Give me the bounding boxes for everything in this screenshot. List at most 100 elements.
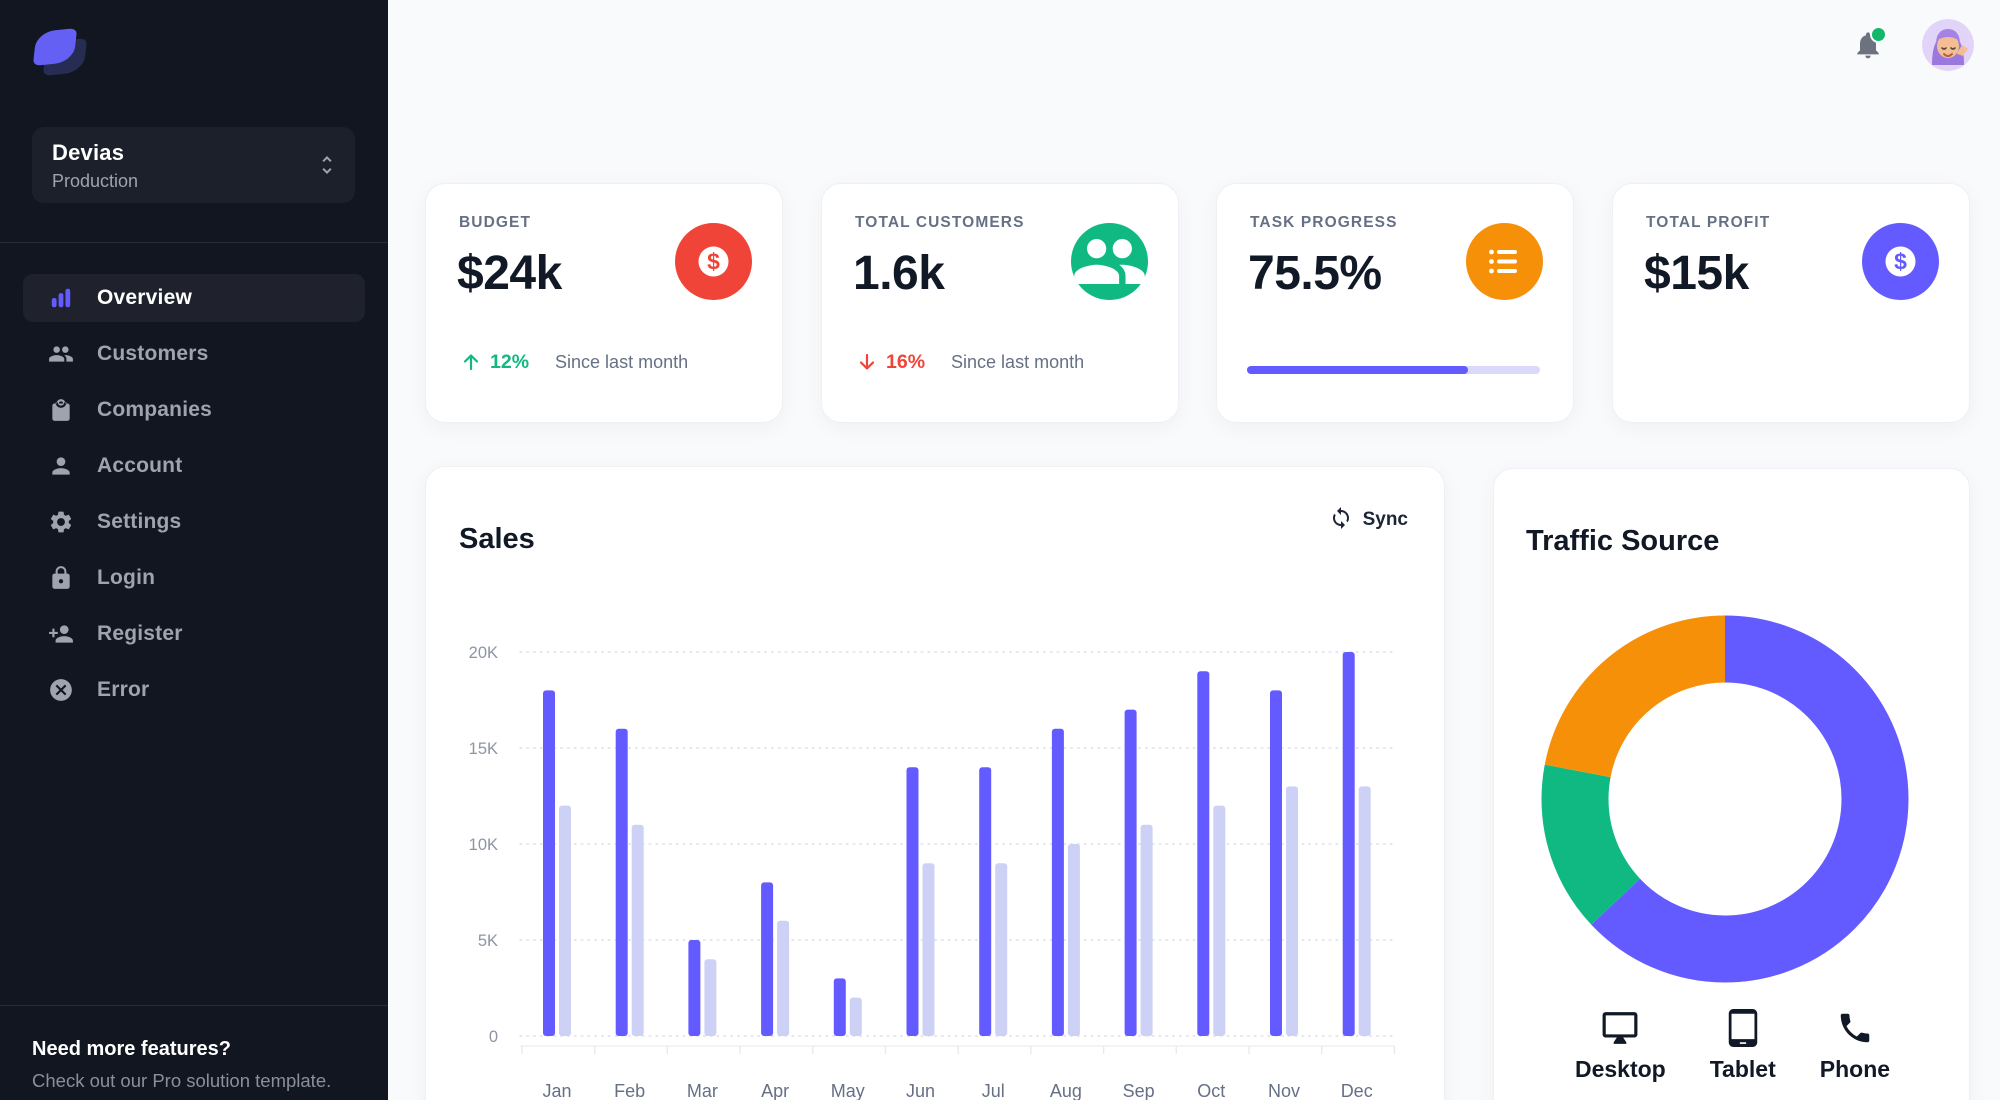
stat-card-total-profit: TOTAL PROFIT $15k $: [1612, 183, 1970, 423]
x-axis-month-label: Jul: [982, 1081, 1005, 1100]
bar-last-year-Feb: [631, 824, 644, 1036]
stat-card-budget: BUDGET $24k $ 12% Since last month: [425, 183, 783, 423]
x-axis-month-label: Aug: [1050, 1081, 1082, 1100]
legend-label: Phone: [1819, 1056, 1891, 1082]
trend-up-arrow-icon: [459, 350, 483, 374]
stat-value: 75.5%: [1248, 247, 1382, 300]
bell-icon: [1852, 26, 1887, 61]
bar-last-year-Jun: [922, 863, 935, 1036]
stat-trend-row: 16% Since last month: [855, 350, 1084, 374]
bar-this-year-May: [833, 978, 846, 1036]
desktop-icon: [1601, 1009, 1639, 1047]
y-axis-tick: 5K: [478, 932, 498, 950]
y-axis-tick: 0: [489, 1028, 498, 1046]
y-axis-tick: 15K: [469, 740, 498, 758]
y-axis-tick: 10K: [469, 836, 498, 854]
bar-last-year-Jan: [559, 805, 571, 1036]
sidebar-footer-subtitle: Check out our Pro solution template.: [32, 1070, 332, 1091]
bar-this-year-Oct: [1197, 671, 1210, 1036]
sidebar-item-error[interactable]: Error: [23, 666, 365, 714]
workspace-selector[interactable]: Devias Production: [32, 127, 355, 203]
sales-card: 20K 15K 10K 5K 0 Jan Feb Mar Apr May Jun Jul Aug Sep O…: [425, 466, 1445, 1100]
bar-this-year-Dec: [1342, 652, 1355, 1036]
x-circle-icon: [48, 677, 74, 703]
nav-item-label: Account: [97, 454, 183, 477]
x-axis-month-label: Feb: [614, 1081, 645, 1100]
devias-logo-icon: [32, 28, 97, 86]
unfold-chevrons-icon: [315, 153, 339, 177]
stat-label: BUDGET: [459, 214, 532, 231]
trend-down-arrow-icon: [855, 350, 879, 374]
users-solid-icon: [1071, 223, 1148, 300]
bar-last-year-Apr: [777, 920, 790, 1036]
sync-button[interactable]: Sync: [1323, 505, 1414, 534]
user-icon: [48, 453, 74, 479]
notifications-button[interactable]: [1852, 26, 1887, 61]
bar-last-year-Sep: [1140, 824, 1153, 1036]
x-axis-month-label: Oct: [1197, 1081, 1225, 1100]
stat-trend-row: 12% Since last month: [459, 350, 688, 374]
traffic-source-card: Traffic Source Desktop Tablet Phone: [1493, 468, 1970, 1100]
svg-text:$: $: [1894, 249, 1907, 275]
list-icon: [1466, 223, 1543, 300]
stat-label: TOTAL PROFIT: [1646, 214, 1771, 231]
tablet-icon: [1724, 1009, 1762, 1047]
sidebar-nav: Overview Customers Companies Account Set…: [23, 274, 365, 722]
bar-this-year-Aug: [1051, 728, 1064, 1036]
sidebar-item-settings[interactable]: Settings: [23, 498, 365, 546]
legend-label: Tablet: [1709, 1056, 1776, 1082]
sidebar-item-overview[interactable]: Overview: [23, 274, 365, 322]
bar-last-year-Aug: [1067, 844, 1080, 1036]
search-button[interactable]: [435, 28, 473, 70]
bar-this-year-Jul: [979, 767, 992, 1036]
x-axis-month-label: Dec: [1341, 1081, 1373, 1100]
x-axis-month-label: Nov: [1268, 1081, 1300, 1100]
nav-item-label: Error: [97, 678, 150, 701]
traffic-legend: Desktop Tablet Phone: [1494, 1009, 1971, 1083]
users-icon: [48, 341, 74, 367]
trend-percent: 16%: [886, 350, 926, 373]
sync-refresh-icon: [1329, 506, 1353, 533]
stat-card-total-customers: TOTAL CUSTOMERS 1.6k 16% Since last month: [821, 183, 1179, 423]
legend-item-tablet: Tablet: [1710, 1009, 1776, 1083]
bar-this-year-Mar: [688, 940, 701, 1036]
task-progress-bar: [1247, 366, 1540, 374]
trend-caption: Since last month: [951, 351, 1085, 372]
chart-bar-icon: [48, 285, 74, 311]
user-avatar[interactable]: [1922, 19, 1974, 71]
sidebar-item-companies[interactable]: Companies: [23, 386, 365, 434]
sidebar-item-register[interactable]: Register: [23, 610, 365, 658]
dollar-icon: $: [675, 223, 752, 300]
sidebar: Devias Production Overview Customers Com…: [0, 0, 388, 1100]
trend-caption: Since last month: [555, 351, 689, 372]
x-axis-month-label: Sep: [1123, 1081, 1155, 1100]
bar-this-year-Apr: [761, 882, 774, 1036]
stat-value: $24k: [457, 247, 562, 300]
sidebar-item-account[interactable]: Account: [23, 442, 365, 490]
sync-label: Sync: [1362, 508, 1408, 530]
sidebar-item-customers[interactable]: Customers: [23, 330, 365, 378]
legend-label: Desktop: [1574, 1056, 1666, 1082]
sidebar-footer-divider: [0, 1005, 388, 1006]
sidebar-item-login[interactable]: Login: [23, 554, 365, 602]
stat-value: $15k: [1644, 247, 1749, 300]
y-axis-tick: 20K: [469, 644, 498, 662]
bar-last-year-Jul: [995, 863, 1008, 1036]
x-axis-month-label: Jan: [542, 1081, 571, 1100]
bar-last-year-Mar: [704, 959, 717, 1036]
traffic-donut-chart: [1541, 615, 1909, 983]
avatar-memoji: [1922, 19, 1974, 71]
bar-this-year-Jun: [906, 767, 919, 1036]
sidebar-footer-title: Need more features?: [32, 1038, 231, 1060]
svg-text:$: $: [707, 249, 720, 275]
legend-item-desktop: Desktop: [1575, 1009, 1666, 1083]
nav-item-label: Customers: [97, 342, 209, 365]
contacts-button[interactable]: [1780, 28, 1820, 69]
stat-label: TOTAL CUSTOMERS: [855, 214, 1025, 231]
x-axis-month-label: Mar: [687, 1081, 718, 1100]
user-plus-icon: [48, 621, 74, 647]
sales-title: Sales: [459, 523, 535, 556]
nav-item-label: Register: [97, 622, 183, 645]
legend-item-phone: Phone: [1820, 1009, 1890, 1083]
x-axis-month-label: May: [831, 1081, 865, 1100]
